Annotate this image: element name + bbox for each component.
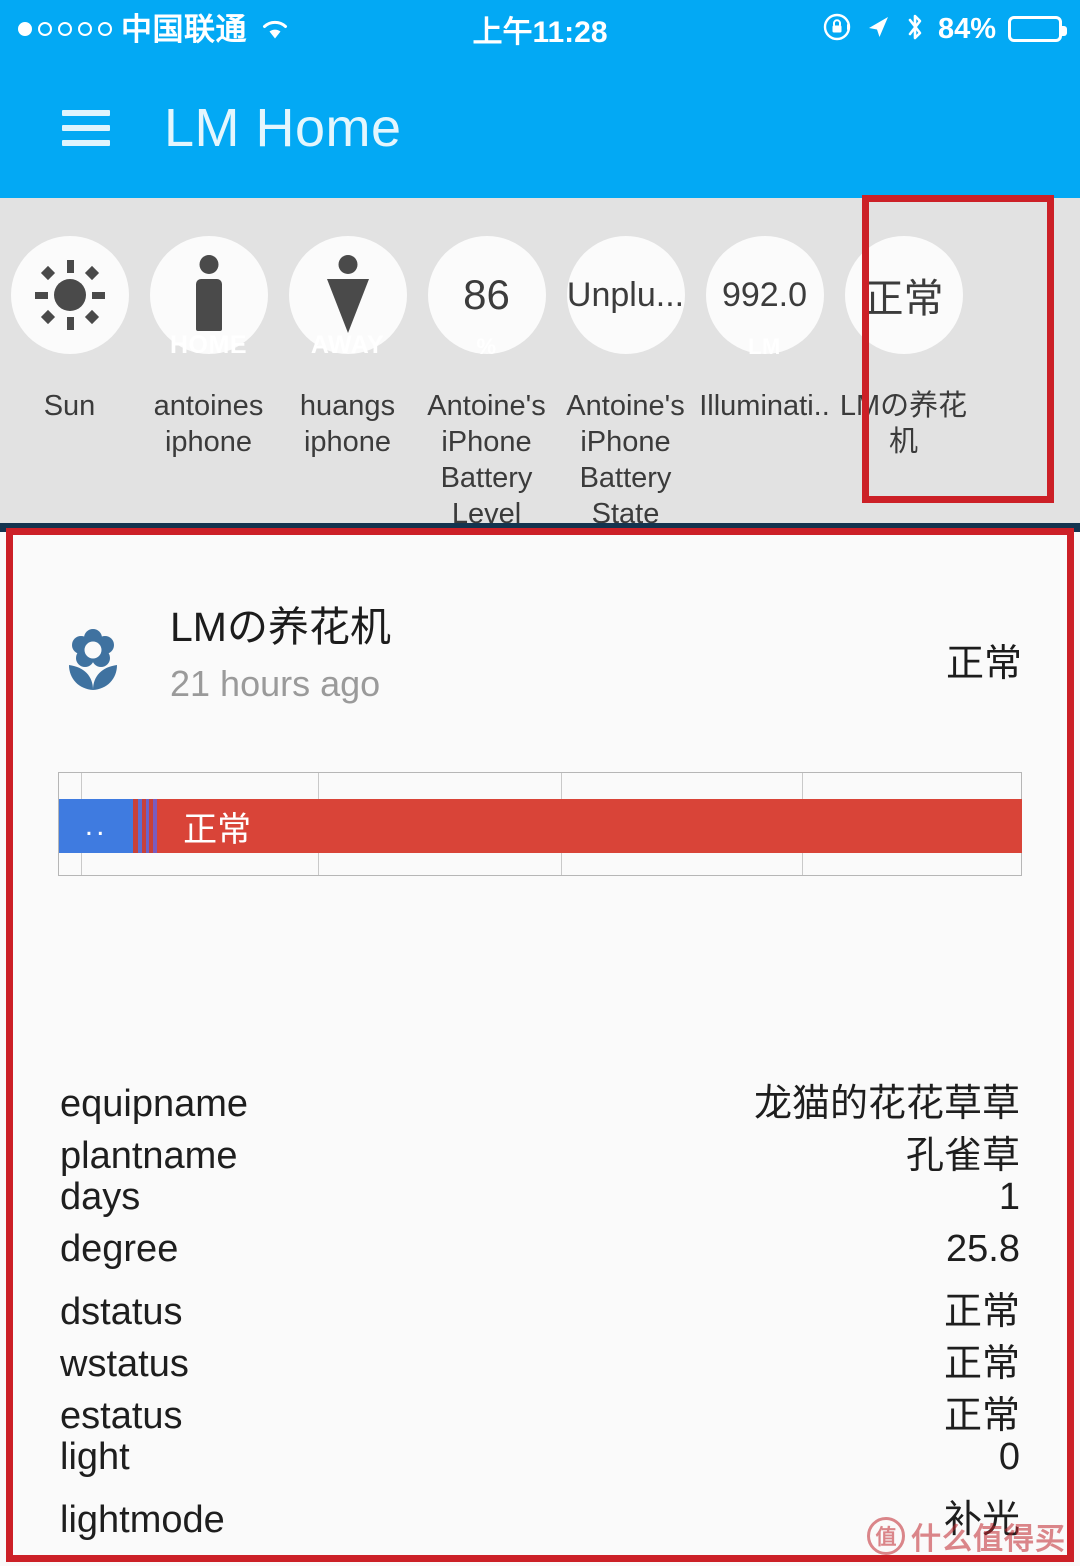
signal-strength-dots — [18, 22, 112, 36]
badge-value: 正常 — [863, 277, 944, 321]
badge-unit: HOME — [170, 331, 247, 359]
attribute-key: light — [60, 1436, 130, 1478]
timeline-segment-label: 正常 — [183, 810, 252, 849]
signal-dot — [38, 22, 52, 36]
attribute-key: dstatus — [60, 1291, 183, 1333]
attribute-value: 龙猫的花花草草 — [753, 1083, 1020, 1125]
attribute-key: wstatus — [60, 1343, 189, 1385]
attribute-key: days — [60, 1176, 141, 1218]
hamburger-menu-icon[interactable] — [62, 110, 110, 146]
badge-label: LMの养花 机 — [839, 390, 968, 458]
signal-dot — [98, 22, 112, 36]
watermark: 值 什么值得买 — [867, 1514, 1066, 1558]
status-bar-left: 中国联通 — [18, 14, 290, 45]
badge-iphone-battery-state[interactable]: Unplu... Antoine's iPhone Battery State — [556, 236, 695, 523]
section-divider — [0, 523, 1080, 532]
sun-icon — [33, 258, 107, 332]
attribute-value: 正常 — [943, 1291, 1020, 1333]
bluetooth-icon — [904, 12, 926, 47]
attribute-row: plantname 孔雀草 — [60, 1124, 1020, 1177]
app-bar: LM Home — [0, 58, 1080, 198]
signal-dot — [18, 22, 32, 36]
attribute-value: 25.8 — [946, 1228, 1020, 1270]
watermark-text: 什么值得买 — [911, 1523, 1066, 1556]
badge-lm-plant-machine[interactable]: 正常 LMの养花 机 — [834, 236, 973, 460]
attribute-row: days 1 — [60, 1176, 1020, 1228]
signal-dot — [58, 22, 72, 36]
badge-label: antoines iphone — [153, 390, 264, 458]
badge-circle: AWAY — [288, 236, 407, 359]
detail-card: LMの养花机 21 hours ago 正常 .. 正常 equipname 龙… — [0, 536, 1080, 1541]
location-arrow-icon — [864, 13, 892, 46]
card-header: LMの养花机 21 hours ago 正常 — [58, 600, 1022, 710]
status-badge: 正常 — [945, 643, 1022, 685]
watermark-logo-icon: 值 — [867, 1517, 905, 1555]
attribute-row: light 0 — [60, 1436, 1020, 1488]
timeline-segment-label: .. — [84, 809, 108, 842]
badge-value: 992.0 — [721, 275, 808, 314]
badge-value: 86 — [463, 271, 510, 318]
card-title: LMの养花机 — [170, 604, 391, 650]
attribute-key: equipname — [60, 1083, 249, 1125]
badge-label: huangs iphone — [299, 390, 396, 458]
badge-label: Antoine's iPhone Battery State — [566, 390, 685, 523]
signal-dot — [78, 22, 92, 36]
person-male-icon — [186, 255, 232, 335]
badge-unit: LM — [748, 334, 781, 359]
badge-unit: AWAY — [310, 331, 385, 359]
detail-card-region: LMの养花机 21 hours ago 正常 .. 正常 equipname 龙… — [0, 536, 1080, 1566]
timeline-bar: .. 正常 — [59, 799, 1022, 853]
badge-sun[interactable]: Sun — [0, 236, 139, 424]
attribute-key: plantname — [60, 1135, 238, 1177]
badge-label: Illuminati.. — [699, 390, 830, 422]
person-female-icon — [325, 255, 371, 335]
timeline-segment[interactable]: .. — [59, 799, 134, 853]
status-bar-right: 84% — [822, 12, 1067, 47]
attribute-list: equipname 龙猫的花花草草 plantname 孔雀草 days 1 d… — [58, 1072, 1022, 1541]
attribute-value: 正常 — [943, 1343, 1020, 1385]
timeline-segment[interactable]: 正常 — [157, 799, 1022, 853]
wifi-icon — [260, 17, 290, 41]
badge-value: Unplu... — [566, 275, 685, 314]
badge-label: Sun — [43, 390, 96, 422]
badge-label: Antoine's iPhone Battery Level — [427, 390, 546, 523]
rotation-lock-icon — [822, 12, 852, 47]
attribute-value: 正常 — [943, 1395, 1020, 1437]
carrier-label: 中国联通 — [121, 11, 247, 47]
attribute-key: degree — [60, 1228, 179, 1270]
state-history-timeline[interactable]: .. 正常 — [58, 772, 1022, 876]
attribute-value: 孔雀草 — [905, 1135, 1020, 1177]
card-title-group: LMの养花机 21 hours ago — [170, 600, 946, 710]
badge-circle: 992.0 LM — [705, 236, 824, 359]
badge-strip: Sun HOME antoines iphone AWAY huangs iph… — [0, 198, 1080, 523]
battery-percent-label: 84% — [937, 12, 996, 45]
badge-circle — [10, 236, 129, 354]
attribute-row: wstatus 正常 — [60, 1332, 1020, 1385]
status-bar: 中国联通 上午11:28 84% — [0, 0, 1080, 58]
badge-circle: 86 % — [427, 236, 546, 359]
card-last-updated: 21 hours ago — [170, 663, 381, 704]
badge-circle: HOME — [149, 236, 268, 359]
attribute-value: 0 — [998, 1436, 1020, 1478]
badge-huangs-iphone[interactable]: AWAY huangs iphone — [278, 236, 417, 460]
badge-circle: Unplu... — [566, 236, 685, 354]
attribute-row: degree 25.8 — [60, 1228, 1020, 1280]
attribute-key: lightmode — [60, 1499, 225, 1541]
attribute-row: equipname 龙猫的花花草草 — [60, 1072, 1020, 1125]
badge-circle: 正常 — [844, 236, 963, 354]
badge-antoines-iphone[interactable]: HOME antoines iphone — [139, 236, 278, 460]
badge-illuminance[interactable]: 992.0 LM Illuminati.. — [695, 236, 834, 424]
battery-icon — [1008, 16, 1067, 42]
attribute-row: estatus 正常 — [60, 1384, 1020, 1437]
flower-icon — [58, 624, 128, 699]
badge-iphone-battery-level[interactable]: 86 % Antoine's iPhone Battery Level — [417, 236, 556, 523]
attribute-key: estatus — [60, 1395, 183, 1437]
page-title: LM Home — [164, 98, 402, 158]
attribute-row: dstatus 正常 — [60, 1280, 1020, 1333]
attribute-value: 1 — [998, 1176, 1020, 1218]
badge-unit: % — [476, 334, 497, 359]
